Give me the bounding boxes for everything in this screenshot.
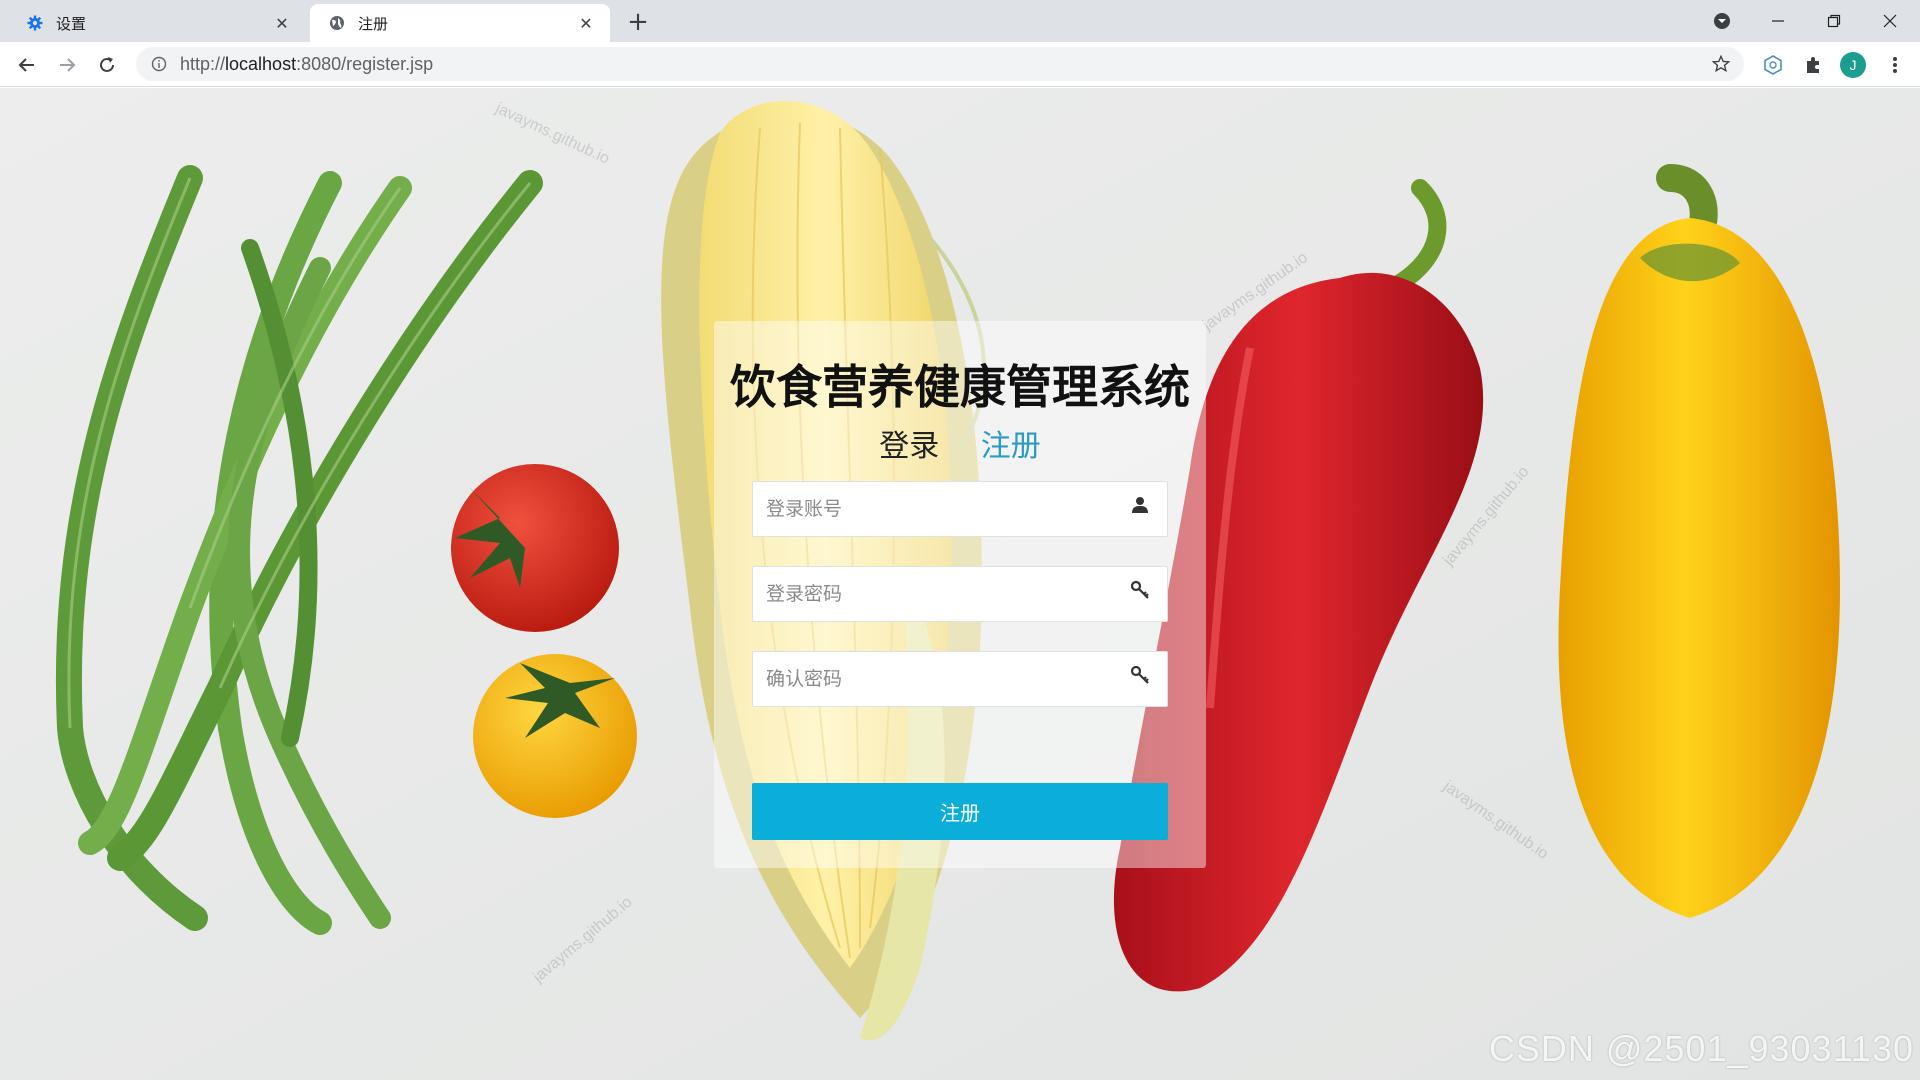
forward-button[interactable] <box>52 50 82 80</box>
restore-icon <box>1827 14 1841 28</box>
confirm-password-field <box>752 651 1168 707</box>
user-icon <box>1129 494 1151 516</box>
tab-title: 设置 <box>56 14 87 33</box>
auth-tabs: 登录 注册 <box>714 421 1206 465</box>
key-icon <box>1129 579 1151 601</box>
extensions-puzzle-icon[interactable] <box>1800 52 1826 78</box>
reload-button[interactable] <box>92 50 122 80</box>
restore-button[interactable] <box>1806 0 1862 42</box>
gear-icon <box>26 14 44 32</box>
new-tab-button[interactable]: + <box>624 7 652 37</box>
account-input[interactable] <box>753 482 1113 536</box>
reload-icon <box>100 57 114 72</box>
address-bar[interactable]: http://localhost:8080/register.jsp <box>136 47 1744 81</box>
info-icon[interactable] <box>148 53 170 75</box>
chevron-down-icon <box>1714 13 1730 29</box>
close-icon <box>1883 14 1897 28</box>
profile-avatar[interactable]: J <box>1840 52 1866 78</box>
minimize-button[interactable] <box>1750 0 1806 42</box>
minimize-icon <box>1772 20 1784 22</box>
kebab-menu-icon[interactable] <box>1882 52 1908 78</box>
url-text: http://localhost:8080/register.jsp <box>180 54 433 75</box>
account-field <box>752 481 1168 537</box>
register-panel: 饮食营养健康管理系统 登录 注册 登录账号 注册 <box>714 321 1206 868</box>
url-scheme: http:// <box>180 53 226 74</box>
bookmark-star-icon[interactable] <box>1710 53 1732 75</box>
tab-register[interactable]: 注册 ✕ <box>310 4 610 42</box>
close-icon[interactable]: ✕ <box>272 13 292 33</box>
password-input[interactable] <box>753 567 1113 621</box>
arrow-left-icon <box>18 58 34 72</box>
confirm-password-input[interactable] <box>753 652 1113 706</box>
tab-login[interactable]: 登录 <box>879 429 939 464</box>
url-host: localhost <box>225 53 297 74</box>
page-content: javayms.github.io javayms.github.io java… <box>0 88 1920 1080</box>
back-button[interactable] <box>12 50 42 80</box>
tab-register-active[interactable]: 注册 <box>981 429 1041 464</box>
close-icon[interactable]: ✕ <box>576 13 596 33</box>
browser-toolbar: http://localhost:8080/register.jsp <box>0 42 1920 87</box>
system-title: 饮食营养健康管理系统 <box>730 360 1190 414</box>
globe-icon <box>328 14 346 32</box>
extension-vpn-icon[interactable] <box>1760 52 1786 78</box>
key-icon <box>1129 664 1151 686</box>
close-window-button[interactable] <box>1862 0 1918 42</box>
csdn-watermark: CSDN @2501_93031130 <box>1488 1028 1914 1069</box>
tab-settings[interactable]: 设置 ✕ <box>8 4 306 42</box>
tab-search-button[interactable] <box>1694 0 1750 42</box>
password-field <box>752 566 1168 622</box>
arrow-right-icon <box>60 58 76 72</box>
register-submit-button[interactable]: 注册 <box>752 783 1168 840</box>
tab-title: 注册 <box>358 14 389 33</box>
url-path: :8080/register.jsp <box>296 53 434 74</box>
tab-strip: 设置 ✕ 注册 ✕ + <box>0 0 1920 42</box>
